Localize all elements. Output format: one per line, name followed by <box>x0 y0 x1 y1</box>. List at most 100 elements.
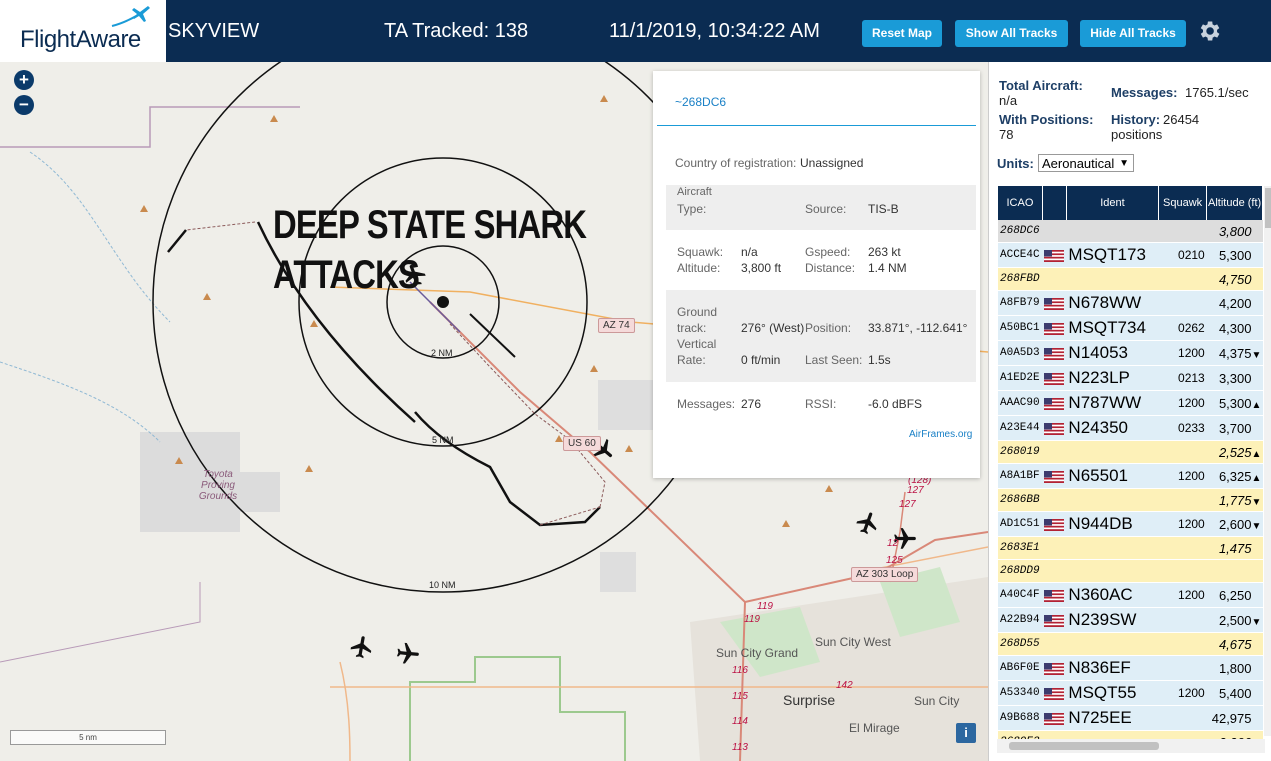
altitude-label: Altitude: <box>677 261 721 275</box>
aircraft-row[interactable]: 268DD9 <box>998 559 1263 583</box>
altitude-cell <box>1206 559 1263 583</box>
us-flag-icon <box>1044 519 1065 532</box>
altitude-cell: 5,400 <box>1206 680 1263 706</box>
road-number: 12 <box>887 538 899 549</box>
altitude-trend-icon: ▼ <box>1251 520 1262 532</box>
aircraft-row[interactable]: A8FB79 N678WW 4,200 <box>998 290 1263 316</box>
aircraft-row[interactable]: 268FBD 4,750 <box>998 267 1263 291</box>
flightaware-logo[interactable]: FlightAware <box>0 0 166 62</box>
show-all-tracks-button[interactable]: Show All Tracks <box>955 20 1068 47</box>
reset-map-button[interactable]: Reset Map <box>862 20 942 47</box>
squawk-cell: 1200 <box>1158 582 1207 608</box>
ground-track-label: Ground <box>677 305 718 319</box>
altitude-value: 5,300 <box>1218 395 1252 411</box>
scrollbar-thumb[interactable] <box>1265 188 1271 228</box>
ident-cell: MSQT734 <box>1066 315 1159 341</box>
aircraft-row[interactable]: 268019 2,525▲ <box>998 440 1263 464</box>
aircraft-row[interactable]: A8A1BF N65501 1200 6,325▲ <box>998 463 1263 489</box>
altitude-trend-icon: ▲ <box>1251 448 1262 460</box>
icao-cell: A50BC1 <box>998 315 1043 341</box>
aircraft-row[interactable]: A1ED2E N223LP 0213 3,300 <box>998 365 1263 391</box>
gear-icon[interactable] <box>1196 18 1222 44</box>
road-number: 113 <box>732 742 748 753</box>
country-value: Unassigned <box>800 156 864 170</box>
last-seen-value: 1.5s <box>868 353 891 367</box>
squawk-cell <box>1158 705 1207 731</box>
source-value: TIS-B <box>868 202 899 216</box>
distance-value: 1.4 NM <box>868 261 907 275</box>
altitude-cell: 6,250 <box>1206 582 1263 608</box>
aircraft-row[interactable]: 268DC6 3,800 <box>998 220 1263 243</box>
altitude-cell: 2,500▼ <box>1206 607 1263 633</box>
aircraft-row[interactable]: ACCE4C MSQT173 0210 5,300 <box>998 242 1263 268</box>
squawk-cell <box>1158 559 1207 583</box>
tracked-count: TA Tracked: 138 <box>384 20 529 42</box>
ident-cell: N360AC <box>1066 582 1159 608</box>
rssi-label: RSSI: <box>805 397 837 411</box>
zoom-out-button[interactable]: − <box>14 95 34 115</box>
col-header-flag[interactable] <box>1042 186 1067 220</box>
aircraft-icon[interactable] <box>855 510 881 536</box>
aircraft-row[interactable]: AD1C51 N944DB 1200 2,600▼ <box>998 511 1263 537</box>
col-header-icao[interactable]: ICAO <box>998 186 1043 220</box>
flag-cell <box>1042 315 1067 341</box>
flag-cell <box>1042 536 1067 560</box>
rssi-value: -6.0 dBFS <box>868 397 923 411</box>
squawk-value: n/a <box>741 245 758 259</box>
aircraft-row[interactable]: A0A5D3 N14053 1200 4,375▼ <box>998 340 1263 366</box>
altitude-trend-icon: ▲ <box>1251 399 1262 411</box>
col-header-squawk[interactable]: Squawk <box>1158 186 1208 220</box>
aircraft-row[interactable]: AAAC90 N787WW 1200 5,300▲ <box>998 390 1263 416</box>
us-flag-icon <box>1044 663 1065 676</box>
icao-cell: 268019 <box>998 440 1043 464</box>
scale-bar: 5 nm <box>10 730 166 745</box>
aircraft-row[interactable]: A9B688 N725EE 42,975 <box>998 705 1263 731</box>
flag-cell <box>1042 340 1067 366</box>
altitude-value: 2,500 <box>1218 612 1252 628</box>
altitude-value: 4,675 <box>1218 636 1252 652</box>
altitude-value: 4,375 <box>1218 345 1252 361</box>
aircraft-row[interactable]: 2683E1 1,475 <box>998 536 1263 560</box>
squawk-cell: 0233 <box>1158 415 1207 441</box>
aircraft-row[interactable]: A22B94 N239SW 2,500▼ <box>998 607 1263 633</box>
icao-cell: ACCE4C <box>998 242 1043 268</box>
range-ring-label-10nm: 10 NM <box>429 580 456 590</box>
hide-all-tracks-button[interactable]: Hide All Tracks <box>1080 20 1186 47</box>
with-positions-label: With Positions: <box>999 112 1094 127</box>
vertical-scrollbar[interactable] <box>1264 186 1271 736</box>
aircraft-row[interactable]: A23E44 N24350 0233 3,700 <box>998 415 1263 441</box>
road-label-us60: US 60 <box>563 436 601 451</box>
country-label: Country of registration: <box>675 156 797 170</box>
history-label: History: <box>1111 112 1161 127</box>
icao-cell: A8A1BF <box>998 463 1043 489</box>
aircraft-row[interactable]: AB6F0E N836EF 1,800 <box>998 655 1263 681</box>
icao-cell: A23E44 <box>998 415 1043 441</box>
units-select[interactable]: Aeronautical ▼ <box>1038 154 1134 172</box>
aircraft-row[interactable]: A50BC1 MSQT734 0262 4,300 <box>998 315 1263 341</box>
squawk-cell <box>1158 290 1207 316</box>
aircraft-row[interactable]: A40C4F N360AC 1200 6,250 <box>998 582 1263 608</box>
aircraft-row[interactable]: 268D55 4,675 <box>998 632 1263 656</box>
aircraft-row[interactable]: 2686BB 1,775▼ <box>998 488 1263 512</box>
road-number: 116 <box>732 665 748 676</box>
popup-title[interactable]: ~268DC6 <box>675 95 726 109</box>
flag-cell <box>1042 655 1067 681</box>
info-button[interactable]: i <box>956 723 976 743</box>
aircraft-icon[interactable] <box>395 641 421 667</box>
flag-cell <box>1042 242 1067 268</box>
airframes-link[interactable]: AirFrames.org <box>909 429 972 440</box>
col-header-altitude[interactable]: Altitude (ft) <box>1206 186 1263 220</box>
ident-cell: N14053 <box>1066 340 1159 366</box>
col-header-ident[interactable]: Ident <box>1066 186 1159 220</box>
aircraft-icon[interactable] <box>349 634 375 660</box>
zoom-in-button[interactable]: + <box>14 70 34 90</box>
place-label-toyota: Toyota Proving Grounds <box>198 469 238 502</box>
ident-cell: N678WW <box>1066 290 1159 316</box>
ident-cell: MSQT55 <box>1066 680 1159 706</box>
horizontal-scrollbar[interactable] <box>997 739 1265 753</box>
source-label: Source: <box>805 202 847 216</box>
flag-cell <box>1042 559 1067 583</box>
aircraft-row[interactable]: A53340 MSQT55 1200 5,400 <box>998 680 1263 706</box>
scrollbar-thumb[interactable] <box>1009 742 1159 750</box>
aircraft-type-label-2: Type: <box>677 202 707 216</box>
